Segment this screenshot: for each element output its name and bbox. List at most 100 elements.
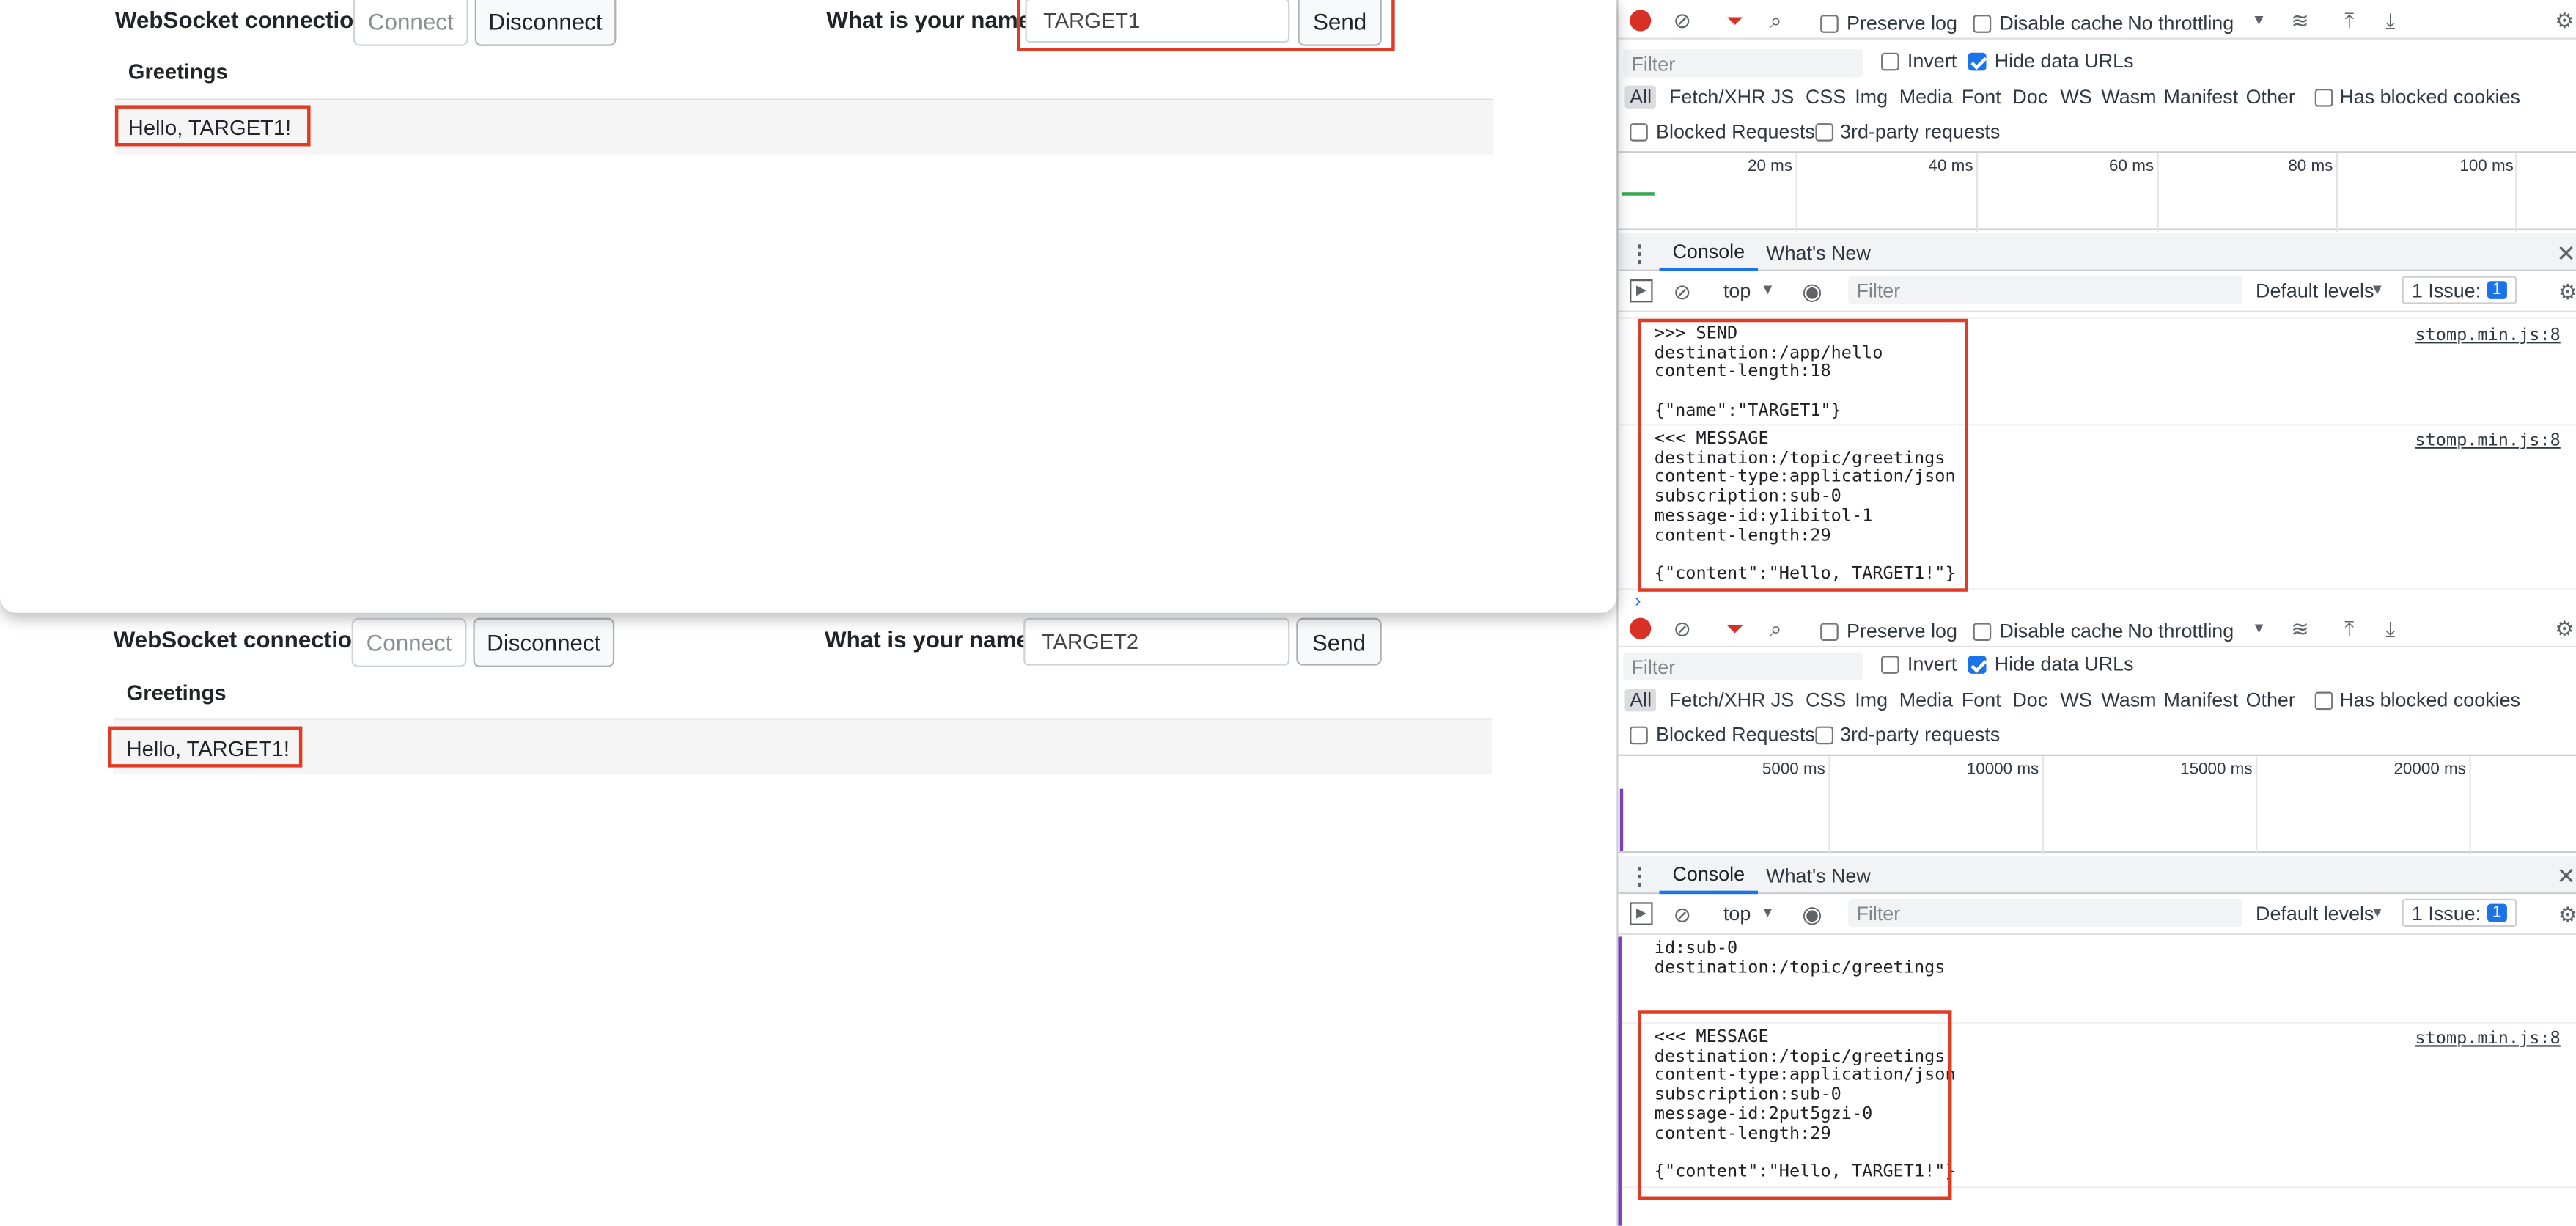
connect-button[interactable]: Connect bbox=[351, 617, 467, 667]
type-filter-fetch-xhr[interactable]: Fetch/XHR bbox=[1669, 689, 1766, 711]
blocked-requests-checkbox[interactable] bbox=[1630, 123, 1648, 142]
tab-console[interactable]: Console bbox=[1659, 856, 1759, 895]
type-filter-all[interactable]: All bbox=[1624, 689, 1657, 712]
name-input[interactable]: TARGET1 bbox=[1025, 0, 1290, 43]
context-select[interactable]: top bbox=[1723, 902, 1751, 925]
tab-whats-new[interactable]: What's New bbox=[1753, 233, 1883, 271]
search-icon[interactable]: ⌕ bbox=[1764, 7, 1787, 33]
type-filter-doc[interactable]: Doc bbox=[2012, 689, 2047, 711]
filter-icon[interactable]: ⏷ bbox=[1723, 7, 1746, 33]
send-button[interactable]: Send bbox=[1296, 617, 1382, 666]
connect-button[interactable]: Connect bbox=[353, 0, 468, 46]
type-filter-img[interactable]: Img bbox=[1855, 689, 1888, 711]
log-levels-select[interactable]: Default levels bbox=[2256, 902, 2374, 925]
chevron-down-icon[interactable]: ▼ bbox=[2251, 618, 2267, 638]
type-filter-fetch-xhr[interactable]: Fetch/XHR bbox=[1669, 86, 1766, 109]
settings-icon[interactable]: ⚙ bbox=[2555, 278, 2576, 304]
type-filter-js[interactable]: JS bbox=[1771, 689, 1794, 711]
type-filter-css[interactable]: CSS bbox=[1806, 689, 1846, 711]
type-filter-all[interactable]: All bbox=[1624, 85, 1657, 109]
blocked-requests-checkbox[interactable] bbox=[1630, 726, 1648, 745]
prompt-chevron-icon[interactable]: › bbox=[1630, 592, 1646, 610]
type-filter-font[interactable]: Font bbox=[1962, 86, 2001, 109]
upload-icon[interactable]: ⤒ bbox=[2338, 7, 2360, 33]
console-filter-input[interactable]: Filter bbox=[1848, 898, 2243, 927]
console-source-link[interactable]: stomp.min.js:8 bbox=[2415, 1029, 2560, 1049]
chevron-down-icon[interactable]: ▼ bbox=[2369, 902, 2385, 922]
console-source-link[interactable]: stomp.min.js:8 bbox=[2415, 326, 2560, 345]
filter-icon[interactable]: ⏷ bbox=[1723, 614, 1746, 641]
invert-checkbox[interactable] bbox=[1881, 656, 1899, 674]
disconnect-button[interactable]: Disconnect bbox=[474, 0, 617, 46]
send-button[interactable]: Send bbox=[1298, 0, 1382, 46]
network-conditions-icon[interactable]: ≋ bbox=[2287, 614, 2314, 641]
eye-icon[interactable]: ◉ bbox=[1799, 900, 1825, 927]
type-filter-ws[interactable]: WS bbox=[2060, 86, 2091, 109]
hide-data-urls-checkbox[interactable] bbox=[1968, 656, 1987, 674]
disable-cache-checkbox[interactable] bbox=[1973, 623, 1992, 642]
clear-icon[interactable]: ⊘ bbox=[1671, 616, 1693, 639]
more-options-icon[interactable]: ⋮ bbox=[1628, 238, 1651, 266]
tab-whats-new[interactable]: What's New bbox=[1753, 856, 1883, 895]
preserve-log-checkbox[interactable] bbox=[1820, 623, 1839, 642]
search-icon[interactable]: ⌕ bbox=[1764, 614, 1787, 641]
type-filter-wasm[interactable]: Wasm bbox=[2101, 689, 2156, 711]
type-filter-ws[interactable]: WS bbox=[2060, 689, 2091, 711]
type-filter-img[interactable]: Img bbox=[1855, 86, 1888, 109]
has-blocked-cookies-checkbox[interactable] bbox=[2314, 691, 2333, 711]
clear-console-icon[interactable]: ⊘ bbox=[1671, 279, 1693, 302]
type-filter-wasm[interactable]: Wasm bbox=[2101, 86, 2156, 109]
type-filter-css[interactable]: CSS bbox=[1806, 86, 1846, 109]
upload-icon[interactable]: ⤒ bbox=[2338, 614, 2360, 641]
console-source-link[interactable]: stomp.min.js:8 bbox=[2415, 430, 2560, 450]
eye-icon[interactable]: ◉ bbox=[1799, 278, 1825, 304]
clear-icon[interactable]: ⊘ bbox=[1671, 8, 1693, 31]
record-icon[interactable] bbox=[1630, 10, 1652, 32]
throttling-select[interactable]: No throttling bbox=[2127, 620, 2234, 642]
close-icon[interactable]: ✕ bbox=[2555, 861, 2576, 889]
type-filter-media[interactable]: Media bbox=[1899, 689, 1953, 711]
disable-cache-checkbox[interactable] bbox=[1973, 15, 1992, 33]
network-filter-input[interactable]: Filter bbox=[1623, 652, 1863, 680]
record-icon[interactable] bbox=[1630, 617, 1652, 639]
type-filter-font[interactable]: Font bbox=[1962, 689, 2001, 711]
chevron-down-icon[interactable]: ▼ bbox=[2369, 279, 2385, 299]
issues-button[interactable]: 1 Issue: 1 bbox=[2402, 898, 2517, 927]
type-filter-other[interactable]: Other bbox=[2246, 689, 2295, 711]
log-levels-select[interactable]: Default levels bbox=[2256, 279, 2374, 302]
settings-icon[interactable]: ⚙ bbox=[2555, 900, 2576, 927]
context-select[interactable]: top bbox=[1723, 279, 1751, 302]
disconnect-button[interactable]: Disconnect bbox=[473, 617, 615, 667]
settings-icon[interactable]: ⚙ bbox=[2551, 7, 2576, 33]
tab-console[interactable]: Console bbox=[1659, 233, 1759, 271]
issues-button[interactable]: 1 Issue: 1 bbox=[2402, 276, 2517, 304]
download-icon[interactable]: ⤓ bbox=[2379, 614, 2402, 641]
network-filter-input[interactable]: Filter bbox=[1623, 49, 1863, 78]
sidebar-toggle-icon[interactable]: ▶ bbox=[1630, 279, 1653, 303]
type-filter-manifest[interactable]: Manifest bbox=[2164, 86, 2239, 109]
has-blocked-cookies-checkbox[interactable] bbox=[2314, 89, 2333, 107]
chevron-down-icon[interactable]: ▼ bbox=[1759, 279, 1775, 299]
type-filter-doc[interactable]: Doc bbox=[2012, 86, 2047, 109]
type-filter-manifest[interactable]: Manifest bbox=[2164, 689, 2239, 711]
hide-data-urls-checkbox[interactable] bbox=[1968, 52, 1987, 71]
download-icon[interactable]: ⤓ bbox=[2379, 7, 2402, 33]
settings-icon[interactable]: ⚙ bbox=[2551, 614, 2576, 641]
throttling-select[interactable]: No throttling bbox=[2127, 12, 2234, 34]
console-filter-input[interactable]: Filter bbox=[1848, 276, 2243, 304]
clear-console-icon[interactable]: ⊘ bbox=[1671, 902, 1693, 925]
type-filter-media[interactable]: Media bbox=[1899, 86, 1953, 109]
close-icon[interactable]: ✕ bbox=[2555, 238, 2576, 266]
third-party-checkbox[interactable] bbox=[1815, 123, 1834, 142]
chevron-down-icon[interactable]: ▼ bbox=[2251, 10, 2267, 29]
name-input[interactable]: TARGET2 bbox=[1023, 617, 1290, 666]
preserve-log-checkbox[interactable] bbox=[1820, 15, 1839, 33]
type-filter-js[interactable]: JS bbox=[1771, 86, 1794, 109]
third-party-checkbox[interactable] bbox=[1815, 726, 1834, 745]
invert-checkbox[interactable] bbox=[1881, 52, 1899, 71]
more-options-icon[interactable]: ⋮ bbox=[1628, 861, 1651, 889]
chevron-down-icon[interactable]: ▼ bbox=[1759, 902, 1775, 922]
type-filter-other[interactable]: Other bbox=[2246, 86, 2295, 109]
sidebar-toggle-icon[interactable]: ▶ bbox=[1630, 902, 1653, 925]
network-conditions-icon[interactable]: ≋ bbox=[2287, 7, 2314, 33]
